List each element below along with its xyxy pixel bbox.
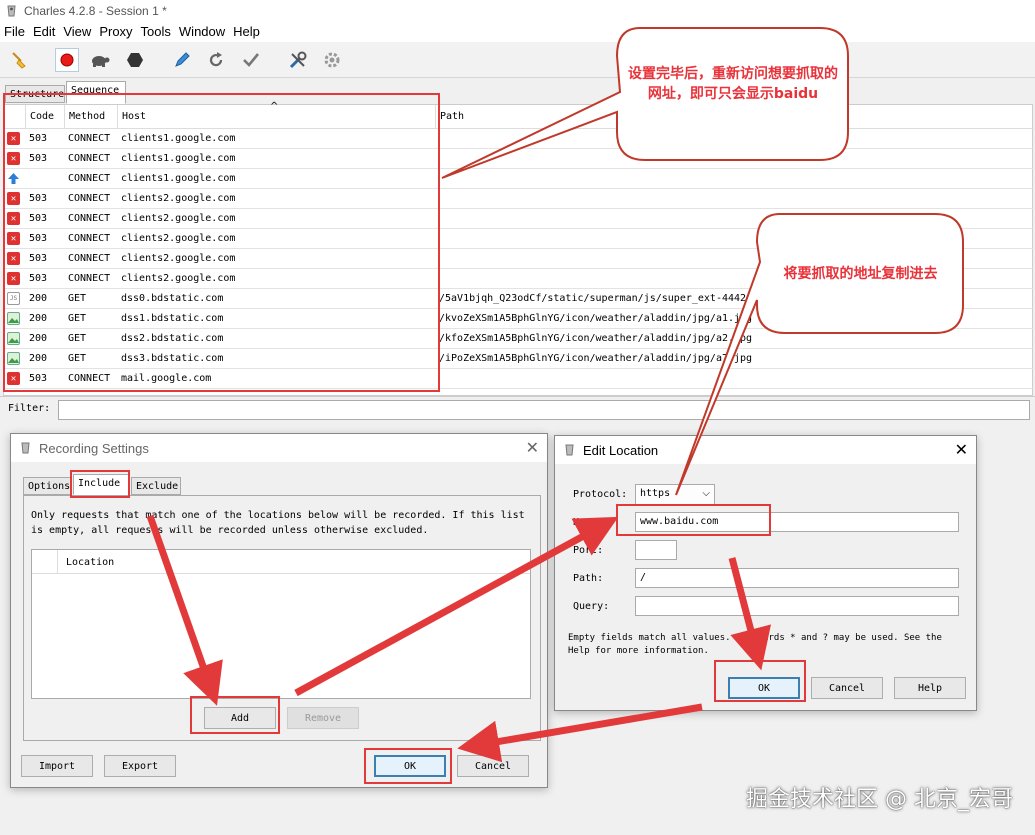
arrow-add-to-edit-location xyxy=(294,516,619,697)
arrow-host-to-ok xyxy=(728,557,772,671)
callout-bubble-right xyxy=(675,213,964,496)
watermark: 掘金技术社区 @ 北京_宏哥 xyxy=(746,787,1013,812)
annotation-overlay xyxy=(146,27,964,763)
callout-text-right: 将要抓取的地址复制进去 xyxy=(783,266,938,282)
arrow-ok-to-dialog-ok xyxy=(457,703,703,763)
arrow-include-to-add xyxy=(146,514,223,706)
callout-text-top: 设置完毕后，重新访问想要抓取的网址，即可只会显示baidu xyxy=(628,66,838,102)
